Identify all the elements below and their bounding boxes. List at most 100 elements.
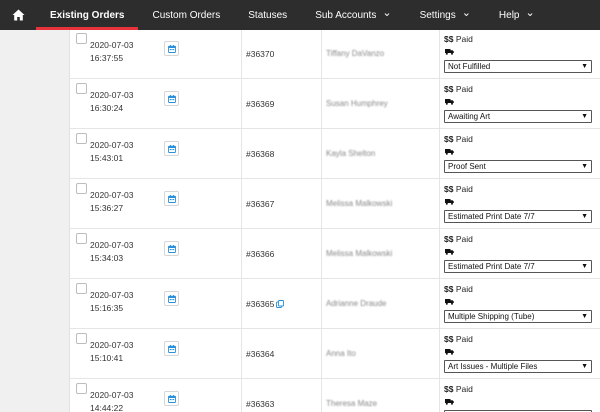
order-date: 2020-07-03 xyxy=(90,290,134,300)
row-checkbox[interactable] xyxy=(76,133,87,144)
order-datetime: 2020-07-03 15:43:01 xyxy=(90,139,133,165)
date-cell: 2020-07-03 16:37:55 xyxy=(70,30,160,79)
table-row: 2020-07-03 15:43:01 #36368 Kayla Shelton xyxy=(70,129,600,179)
copy-icon[interactable] xyxy=(276,300,285,308)
row-checkbox[interactable] xyxy=(76,383,87,394)
order-time: 14:44:22 xyxy=(90,403,124,412)
calendar-icon xyxy=(167,294,176,303)
calendar-cell xyxy=(160,79,242,129)
payment-status: $$ Paid xyxy=(444,334,473,344)
order-status-select[interactable]: Estimated Print Date 7/7 ▼ xyxy=(444,260,592,273)
order-number-cell: #36365 xyxy=(242,279,322,329)
table-row: 2020-07-03 14:44:22 #36363 Theresa Maze xyxy=(70,379,600,412)
order-number-text: #36364 xyxy=(246,349,275,359)
status-cell: $$ Paid Not Fulfilled ▼ xyxy=(440,30,600,79)
order-status-value: Not Fulfilled xyxy=(448,62,491,71)
truck-icon xyxy=(445,199,454,205)
paid-symbol: $$ xyxy=(444,284,454,294)
order-status-select[interactable]: Art Issues - Multiple Files ▼ xyxy=(444,360,592,373)
order-status-value: Multiple Shipping (Tube) xyxy=(448,312,535,321)
nav-item-5[interactable]: Help ⌄ xyxy=(485,0,549,30)
order-number[interactable]: #36363 xyxy=(246,399,274,409)
nav-item-4[interactable]: Settings ⌄ xyxy=(406,0,485,30)
order-number-text: #36365 xyxy=(246,299,275,309)
order-status-select[interactable]: Awaiting Art ▼ xyxy=(444,110,592,123)
calendar-cell xyxy=(160,30,242,79)
order-number-cell: #36370 xyxy=(242,30,322,79)
paid-symbol: $$ xyxy=(444,234,454,244)
customer-cell: Melissa Malkowski xyxy=(322,229,440,279)
calendar-icon xyxy=(167,394,176,403)
chevron-down-icon: ⌄ xyxy=(382,6,392,19)
order-time: 16:37:55 xyxy=(90,53,124,63)
calendar-button[interactable] xyxy=(164,341,179,356)
order-date: 2020-07-03 xyxy=(90,140,134,150)
order-status-select[interactable]: Proof Sent ▼ xyxy=(444,160,592,173)
customer-name: Adrianne Draude xyxy=(326,299,387,308)
customer-name: Kayla Shelton xyxy=(326,149,376,158)
row-checkbox[interactable] xyxy=(76,233,87,244)
order-number[interactable]: #36364 xyxy=(246,349,274,359)
calendar-button[interactable] xyxy=(164,191,179,206)
order-status-select[interactable]: Multiple Shipping (Tube) ▼ xyxy=(444,310,592,323)
order-status-select[interactable]: Estimated Print Date 7/7 ▼ xyxy=(444,210,592,223)
date-cell: 2020-07-03 15:16:35 xyxy=(70,279,160,329)
nav-item-label: Existing Orders xyxy=(50,9,125,21)
order-number[interactable]: #36366 xyxy=(246,249,274,259)
calendar-button[interactable] xyxy=(164,241,179,256)
paid-label: Paid xyxy=(455,184,473,194)
nav-menu: Existing Orders Custom Orders Statuses S… xyxy=(36,0,549,30)
order-number[interactable]: #36369 xyxy=(246,99,274,109)
order-number-text: #36369 xyxy=(246,99,275,109)
order-number[interactable]: #36368 xyxy=(246,149,274,159)
nav-item-label: Help xyxy=(498,9,520,21)
calendar-button[interactable] xyxy=(164,41,179,56)
order-number[interactable]: #36370 xyxy=(246,49,274,59)
order-status-value: Art Issues - Multiple Files xyxy=(448,362,538,371)
customer-cell: Melissa Malkowski xyxy=(322,179,440,229)
nav-item-1[interactable]: Custom Orders xyxy=(138,0,234,30)
payment-status: $$ Paid xyxy=(444,84,473,94)
row-checkbox[interactable] xyxy=(76,283,87,294)
customer-cell: Kayla Shelton xyxy=(322,129,440,179)
order-status-value: Awaiting Art xyxy=(448,112,491,121)
truck-icon xyxy=(445,99,454,105)
order-datetime: 2020-07-03 15:34:03 xyxy=(90,239,133,265)
date-cell: 2020-07-03 15:36:27 xyxy=(70,179,160,229)
paid-label: Paid xyxy=(455,284,473,294)
row-checkbox[interactable] xyxy=(76,333,87,344)
date-cell: 2020-07-03 15:34:03 xyxy=(70,229,160,279)
row-checkbox[interactable] xyxy=(76,83,87,94)
date-cell: 2020-07-03 15:10:41 xyxy=(70,329,160,379)
home-button[interactable] xyxy=(0,0,36,30)
calendar-cell xyxy=(160,179,242,229)
nav-item-3[interactable]: Sub Accounts ⌄ xyxy=(301,0,405,30)
chevron-down-icon: ▼ xyxy=(581,63,588,70)
paid-label: Paid xyxy=(455,334,473,344)
paid-symbol: $$ xyxy=(444,34,454,44)
order-status-select[interactable]: Not Fulfilled ▼ xyxy=(444,60,592,73)
row-checkbox[interactable] xyxy=(76,183,87,194)
calendar-button[interactable] xyxy=(164,291,179,306)
customer-name: Tiffany DaVanzo xyxy=(326,49,385,58)
nav-item-2[interactable]: Statuses xyxy=(234,0,301,30)
nav-item-0[interactable]: Existing Orders xyxy=(36,0,139,30)
payment-status: $$ Paid xyxy=(444,234,473,244)
payment-status: $$ Paid xyxy=(444,284,473,294)
calendar-button[interactable] xyxy=(164,141,179,156)
order-number-cell: #36368 xyxy=(242,129,322,179)
payment-status: $$ Paid xyxy=(444,134,473,144)
calendar-button[interactable] xyxy=(164,91,179,106)
order-number[interactable]: #36367 xyxy=(246,199,274,209)
order-number-cell: #36369 xyxy=(242,79,322,129)
order-date: 2020-07-03 xyxy=(90,90,134,100)
status-cell: $$ Paid Awaiting Art ▼ xyxy=(440,79,600,129)
order-number[interactable]: #36365 xyxy=(246,299,285,309)
truck-icon xyxy=(445,249,454,255)
order-time: 16:30:24 xyxy=(90,103,124,113)
calendar-button[interactable] xyxy=(164,391,179,406)
status-cell: $$ Paid Estimated Print Date 7/7 ▼ xyxy=(440,179,600,229)
status-cell: $$ Paid ▼ xyxy=(440,379,600,412)
row-checkbox[interactable] xyxy=(76,33,87,44)
order-number-cell: #36367 xyxy=(242,179,322,229)
